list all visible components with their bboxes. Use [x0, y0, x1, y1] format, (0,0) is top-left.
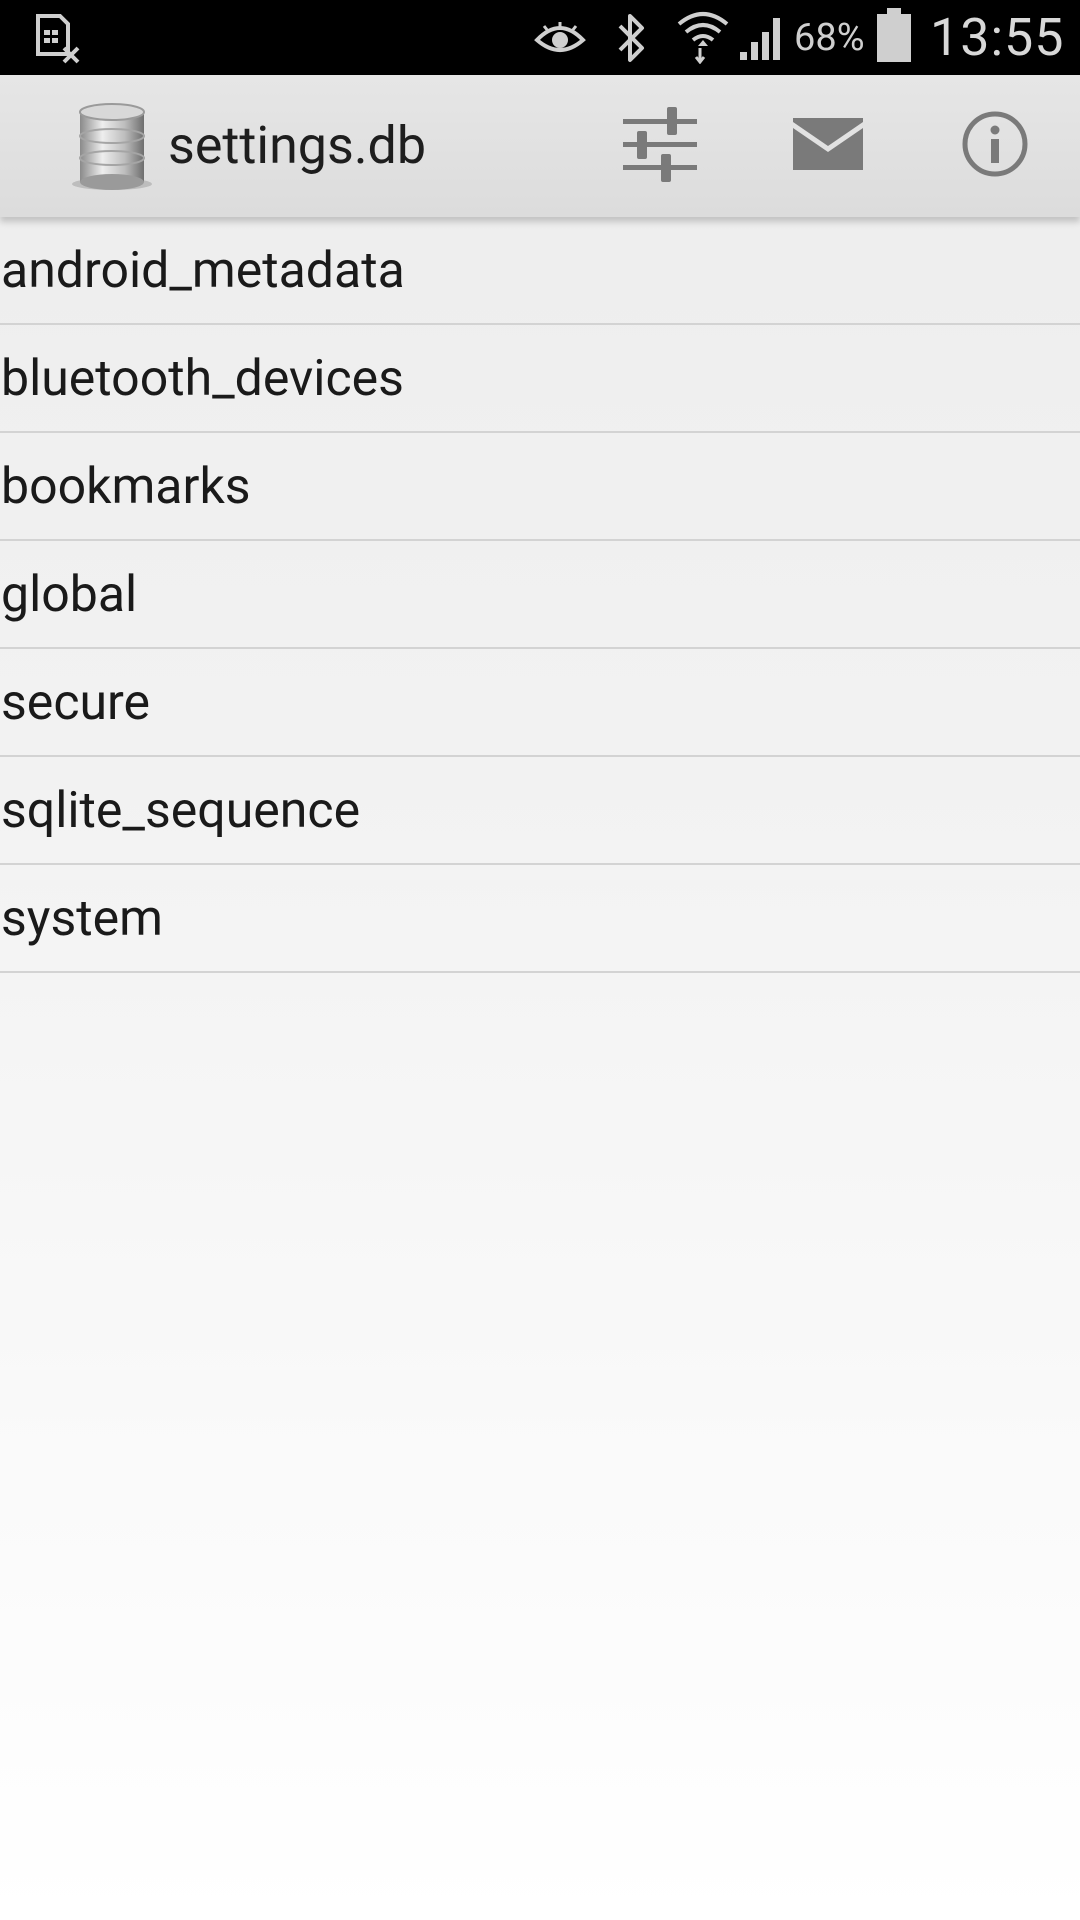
- list-item-android-metadata[interactable]: android_metadata: [0, 217, 1080, 325]
- list-item-bookmarks[interactable]: bookmarks: [0, 433, 1080, 541]
- battery-icon: [876, 8, 912, 68]
- status-bar: 68% 13:55: [0, 0, 1080, 75]
- info-icon: [962, 111, 1028, 181]
- action-bar: settings.db: [0, 75, 1080, 217]
- list-item-label: secure: [1, 674, 151, 732]
- battery-percent: 68%: [794, 16, 865, 60]
- list-item-sqlite-sequence[interactable]: sqlite_sequence: [0, 757, 1080, 865]
- email-button[interactable]: [768, 75, 888, 217]
- mail-icon: [793, 118, 863, 174]
- info-button[interactable]: [935, 75, 1055, 217]
- table-list: android_metadata bluetooth_devices bookm…: [0, 217, 1080, 973]
- signal-icon: [738, 14, 788, 66]
- list-item-label: system: [1, 890, 163, 948]
- eye-icon: [534, 20, 586, 60]
- bluetooth-icon: [612, 12, 652, 68]
- list-item-secure[interactable]: secure: [0, 649, 1080, 757]
- list-item-label: bluetooth_devices: [1, 350, 404, 408]
- settings-button[interactable]: [600, 75, 720, 217]
- wifi-icon: [676, 10, 730, 68]
- list-item-label: global: [1, 566, 138, 624]
- list-item-global[interactable]: global: [0, 541, 1080, 649]
- list-item-system[interactable]: system: [0, 865, 1080, 973]
- list-item-label: sqlite_sequence: [1, 782, 361, 840]
- database-icon[interactable]: [68, 100, 154, 192]
- sliders-icon: [621, 105, 699, 187]
- list-item-label: bookmarks: [1, 458, 251, 516]
- list-item-bluetooth-devices[interactable]: bluetooth_devices: [0, 325, 1080, 433]
- page-title: settings.db: [168, 115, 427, 176]
- sim-card-x-icon: [34, 14, 82, 68]
- clock: 13:55: [930, 7, 1065, 68]
- list-item-label: android_metadata: [1, 242, 405, 300]
